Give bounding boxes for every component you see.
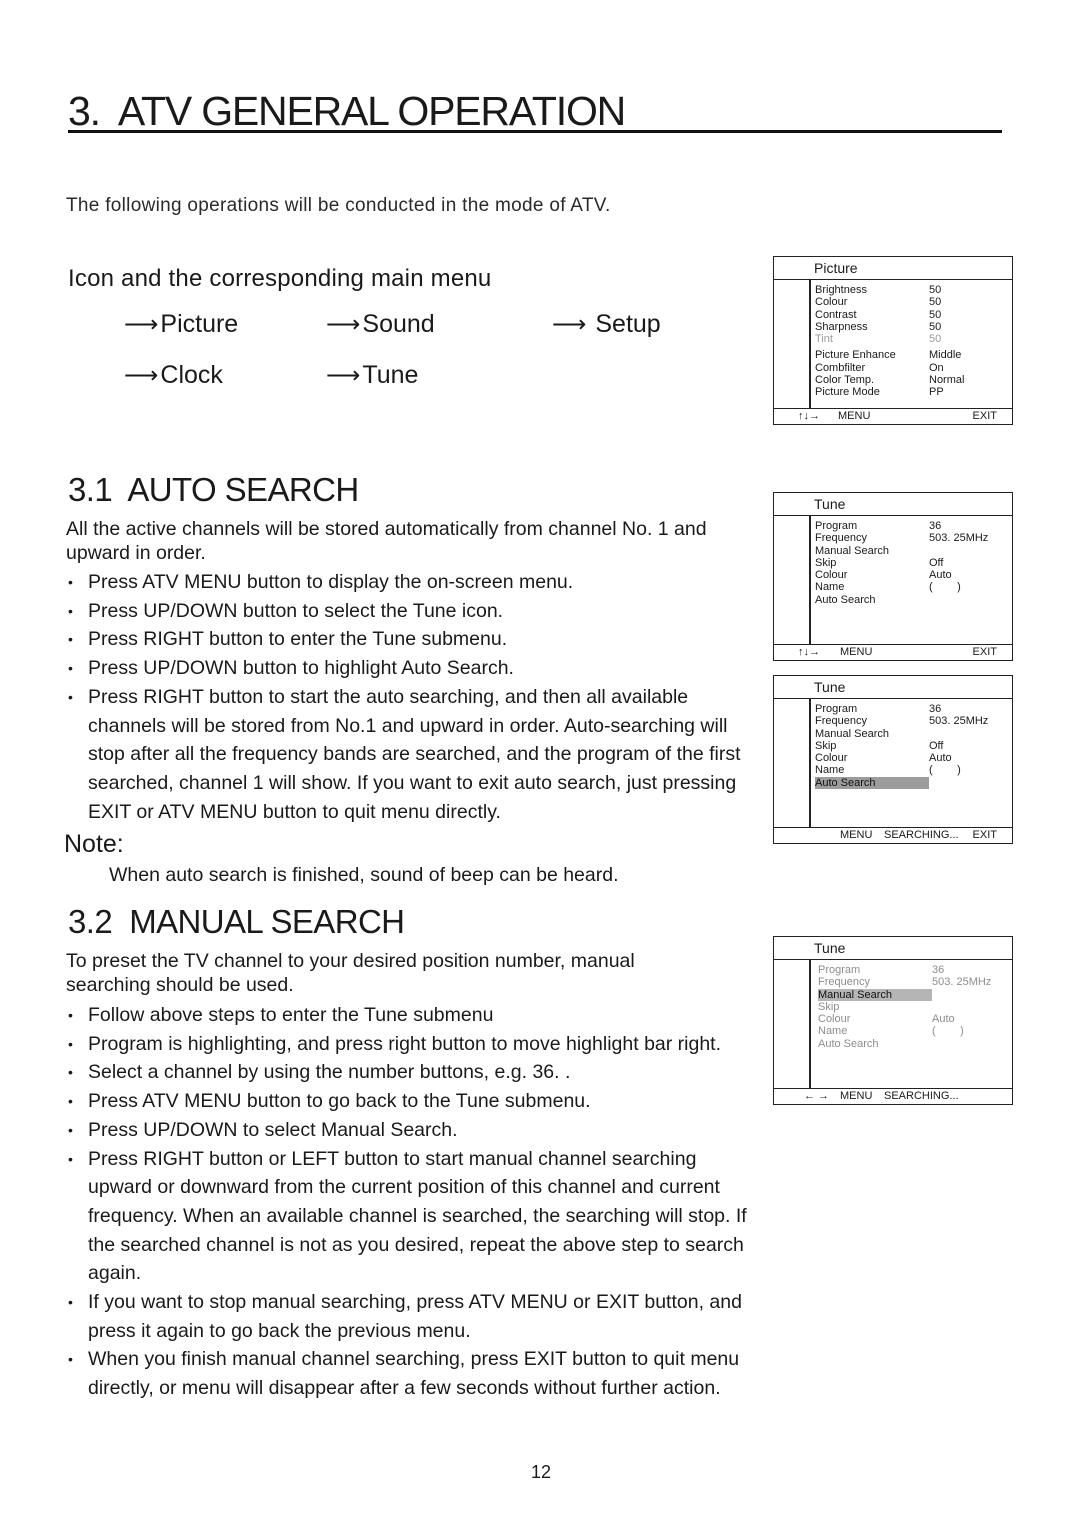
step-item: • Press RIGHT button to enter the Tune su… bbox=[68, 628, 508, 651]
osd-row-highlighted: Auto Search bbox=[815, 776, 1012, 790]
osd-header: Picture bbox=[774, 257, 1012, 280]
step-item: • Press UP/DOWN button to select the Tune… bbox=[68, 599, 504, 622]
manual-search-intro: To preset the TV channel to your desired… bbox=[66, 950, 635, 996]
osd-tune-menu: Tune Program 36 Frequency 503. 25MHz Manua… bbox=[773, 492, 1013, 661]
osd-header: Tune bbox=[774, 937, 1012, 960]
osd-row: Name( ) bbox=[815, 581, 961, 594]
menu-item-label: Picture bbox=[160, 310, 239, 338]
step-item: • If you want to stop manual searching, p… bbox=[68, 1291, 742, 1342]
arrow-right-icon: ⟶ bbox=[124, 311, 159, 338]
manual-search-title: 3.2 MANUAL SEARCH bbox=[68, 903, 405, 940]
osd-row: Colour 50 bbox=[815, 296, 942, 309]
searching-status: SEARCHING... bbox=[884, 1090, 959, 1102]
osd-row: Color Temp. Normal bbox=[815, 374, 965, 387]
auto-search-intro: All the active channels will be stored a… bbox=[66, 518, 707, 564]
menu-item-tune: ⟶ Tune bbox=[326, 361, 418, 390]
arrow-right-icon: ⟶ bbox=[326, 311, 361, 338]
menu-item-label: Clock bbox=[160, 361, 223, 389]
page-number: 12 bbox=[531, 1462, 552, 1482]
osd-footer: MENU SEARCHING... EXIT bbox=[774, 827, 1012, 843]
step-item: • Press ATV MENU button to display the on… bbox=[68, 571, 574, 593]
step-item: • Press RIGHT button or LEFT button to st… bbox=[68, 1147, 747, 1285]
menu-item-clock: ⟶ Clock bbox=[124, 361, 223, 390]
osd-row: Skip Off bbox=[815, 739, 944, 752]
osd-header: Tune bbox=[774, 676, 1012, 699]
step-item: • Follow above steps to enter the Tune su… bbox=[68, 1004, 494, 1026]
menu-item-picture: ⟶ Picture bbox=[124, 310, 238, 339]
osd-row: Skip bbox=[818, 1000, 840, 1013]
osd-rows: Program 36 Frequency 503. 25MHz Manual Sea… bbox=[774, 960, 1012, 1050]
osd-row: Frequency 503. 25MHz bbox=[818, 976, 992, 989]
step-item: • Select a channel by using the number bu… bbox=[68, 1061, 571, 1084]
osd-row: Name( ) bbox=[818, 1025, 964, 1038]
step-item: • Press UP/DOWN to select Manual Search. bbox=[68, 1118, 458, 1141]
manual-search-steps: • Follow above steps to enter the Tune su… bbox=[66, 1001, 778, 1403]
osd-row: Manual Search bbox=[815, 727, 889, 740]
osd-picture-menu: Picture Brightness 50 Colour 50 Contrast 50… bbox=[773, 256, 1013, 425]
osd-tune-searching-menu: Tune Program 36 Frequency 503. 25MHz Manua… bbox=[773, 675, 1013, 844]
osd-header: Tune bbox=[774, 493, 1012, 516]
osd-row: Brightness 50 bbox=[815, 284, 942, 296]
menu-item-label: Sound bbox=[362, 310, 435, 338]
osd-tune-manual-menu: Tune Program 36 Frequency 503. 25MHz Manua… bbox=[773, 936, 1013, 1105]
searching-status: SEARCHING... bbox=[884, 829, 959, 841]
arrow-right-icon: ⟶ bbox=[326, 362, 361, 389]
step-item: • Press ATV MENU button to go back to the… bbox=[68, 1090, 591, 1113]
step-item: • When you finish manual channel searchin… bbox=[68, 1348, 740, 1400]
note-text: When auto search is finished, sound of b… bbox=[109, 864, 619, 886]
menu-item-sound: ⟶ Sound bbox=[326, 310, 435, 339]
osd-row: Combfilter On bbox=[815, 361, 944, 374]
osd-rows: Brightness 50 Colour 50 Contrast 50 Sharpne… bbox=[774, 280, 1012, 399]
menu-item-label: Setup bbox=[595, 310, 661, 338]
osd-rows: Program 36 Frequency 503. 25MHz Manual Sea… bbox=[774, 516, 1012, 606]
title-underline bbox=[68, 130, 1002, 133]
osd-row: Manual Search bbox=[815, 544, 889, 557]
arrow-right-icon: ⟶ bbox=[124, 362, 159, 389]
osd-row: Contrast 50 bbox=[815, 308, 942, 321]
osd-row: Colour Auto bbox=[818, 1013, 955, 1026]
osd-row: Program 36 bbox=[818, 964, 945, 976]
osd-row: Name( ) bbox=[815, 764, 961, 777]
up-down-right-arrows-icon: ↑↓→ bbox=[798, 410, 820, 422]
auto-search-steps: • Press ATV MENU button to display the on… bbox=[66, 568, 756, 826]
osd-footer: ↑↓→ MENU EXIT bbox=[774, 644, 1012, 660]
note-label: Note: bbox=[64, 830, 124, 858]
step-item: • Press UP/DOWN button to highlight Auto … bbox=[68, 657, 514, 680]
osd-row: Program 36 bbox=[815, 520, 942, 532]
intro-text: The following operations will be conduct… bbox=[66, 195, 611, 216]
osd-row-disabled: Tint 50 bbox=[815, 333, 942, 346]
arrow-right-icon: ⟶ bbox=[552, 311, 587, 338]
main-menu-heading: Icon and the corresponding main menu bbox=[68, 265, 492, 292]
osd-row: Skip Off bbox=[815, 556, 944, 569]
osd-row: Picture Mode PP bbox=[815, 386, 944, 399]
page-title: 3. ATV GENERAL OPERATION bbox=[68, 88, 626, 134]
osd-row: Colour Auto bbox=[815, 569, 952, 582]
osd-row: Auto Search bbox=[818, 1037, 879, 1050]
osd-row: Auto Search bbox=[815, 593, 876, 606]
menu-item-label: Tune bbox=[362, 361, 419, 389]
osd-row: Sharpness 50 bbox=[815, 320, 942, 333]
step-item: • Program is highlighting, and press righ… bbox=[68, 1032, 722, 1055]
osd-footer: ← → MENU SEARCHING... bbox=[774, 1088, 1012, 1104]
osd-row: Frequency 503. 25MHz bbox=[815, 532, 989, 545]
osd-row: Frequency 503. 25MHz bbox=[815, 715, 989, 728]
step-item: • Press RIGHT button to start the auto se… bbox=[68, 685, 741, 823]
auto-search-title: 3.1 AUTO SEARCH bbox=[68, 471, 359, 508]
osd-rows: Program 36 Frequency 503. 25MHz Manual Sea… bbox=[774, 699, 1012, 790]
osd-row-highlighted: Manual Search bbox=[818, 988, 1012, 1001]
osd-row: Colour Auto bbox=[815, 752, 952, 765]
left-right-arrows-icon: ← → bbox=[804, 1090, 830, 1102]
osd-footer: ↑↓→ MENU EXIT bbox=[774, 408, 1012, 424]
osd-row: Program 36 bbox=[815, 703, 942, 715]
osd-row: Picture Enhance Middle bbox=[815, 349, 962, 362]
up-down-right-arrows-icon: ↑↓→ bbox=[798, 646, 820, 658]
menu-item-setup: ⟶ Setup bbox=[552, 310, 661, 339]
